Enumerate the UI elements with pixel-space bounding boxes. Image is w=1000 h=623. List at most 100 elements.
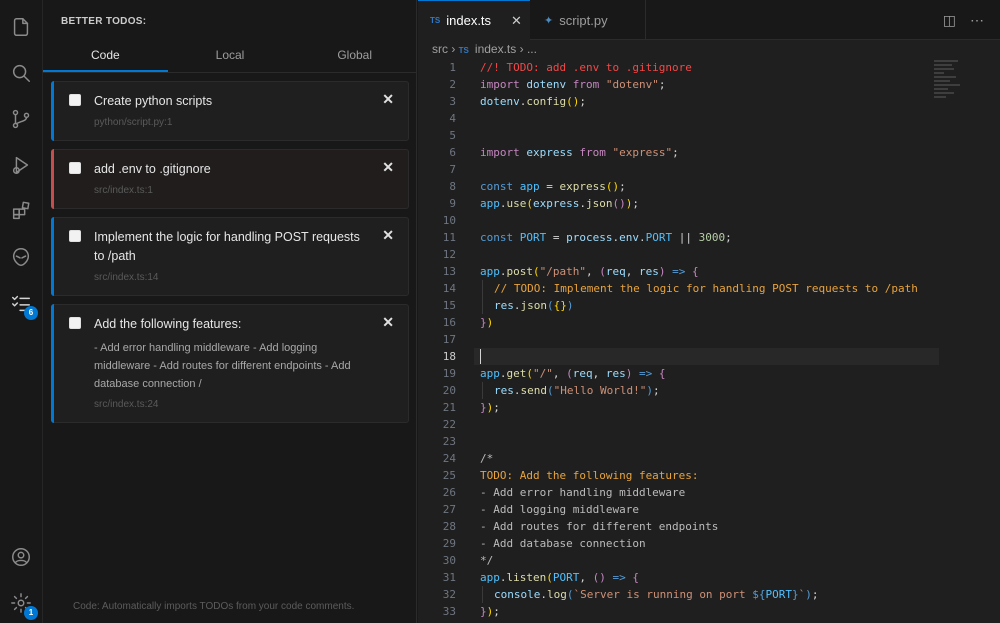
editor-line[interactable]: 11 const PORT = process.env.PORT || 3000; [418, 229, 1000, 246]
editor-line[interactable]: 1 //! TODO: add .env to .gitignore [418, 59, 1000, 76]
editor-line[interactable]: 2 import dotenv from "dotenv"; [418, 76, 1000, 93]
breadcrumb-file[interactable]: index.ts [475, 42, 516, 56]
line-number: 27 [442, 503, 456, 516]
line-number: 24 [442, 452, 456, 465]
run-debug-icon[interactable] [8, 152, 34, 178]
todo-checkbox[interactable] [69, 230, 81, 242]
code-line: const app = express(); [480, 180, 626, 193]
editor-line[interactable]: 5 [418, 127, 1000, 144]
todo-card[interactable]: add .env to .gitignore src/index.ts:1 ✕ [51, 149, 409, 209]
editor-line[interactable]: 15 res.json({}) [418, 297, 1000, 314]
extensions-icon[interactable] [8, 198, 34, 224]
editor-line[interactable]: 22 [418, 416, 1000, 433]
editor-line[interactable]: 8 const app = express(); [418, 178, 1000, 195]
close-icon[interactable]: ✕ [382, 91, 394, 108]
editor-line[interactable]: 30 */ [418, 552, 1000, 569]
todo-location[interactable]: src/index.ts:1 [94, 185, 153, 196]
account-icon[interactable] [8, 544, 34, 570]
line-number: 21 [442, 401, 456, 414]
tab-script-py[interactable]: ✦ script.py [530, 0, 646, 40]
search-icon[interactable] [8, 60, 34, 86]
editor-line[interactable]: 33}); [418, 603, 1000, 620]
tab-label: index.ts [446, 13, 492, 28]
line-number: 1 [449, 61, 456, 74]
files-icon[interactable] [8, 14, 34, 40]
source-control-icon[interactable] [8, 106, 34, 132]
code-line: app.get("/", (req, res) => { [480, 367, 666, 380]
editor-line[interactable]: 31 app.listen(PORT, () => { [418, 569, 1000, 586]
tab-local[interactable]: Local [168, 40, 293, 72]
editor-line[interactable]: 28 - Add routes for different endpoints [418, 518, 1000, 535]
line-number: 2 [449, 78, 456, 91]
todo-title: Create python scripts [94, 94, 213, 108]
sidebar-footer-hint: Code: Automatically imports TODOs from y… [73, 601, 355, 612]
editor-line[interactable]: 17 [418, 331, 1000, 348]
settings-gear-icon[interactable]: 1 [8, 590, 38, 620]
editor-line[interactable]: 20 res.send("Hello World!"); [418, 382, 1000, 399]
close-icon[interactable]: ✕ [382, 159, 394, 176]
tab-index-ts[interactable]: TS index.ts ✕ [418, 0, 530, 40]
todo-location[interactable]: src/index.ts:14 [94, 272, 158, 283]
editor-line[interactable]: 21}); [418, 399, 1000, 416]
tab-global[interactable]: Global [292, 40, 417, 72]
code-line: }) [480, 316, 494, 329]
line-number: 5 [449, 129, 456, 142]
editor-line[interactable]: 9 app.use(express.json()); [418, 195, 1000, 212]
editor-line[interactable]: 29 - Add database connection [418, 535, 1000, 552]
editor-line[interactable]: 7 [418, 161, 1000, 178]
editor-line[interactable]: 6 import express from "express"; [418, 144, 1000, 161]
breadcrumb: src › TS index.ts › ... [432, 42, 537, 56]
editor-line[interactable]: 25 TODO: Add the following features: [418, 467, 1000, 484]
editor-line[interactable]: 10 [418, 212, 1000, 229]
line-number: 20 [442, 384, 456, 397]
more-actions-icon[interactable]: ⋯ [970, 12, 984, 29]
editor-line[interactable]: 4 [418, 110, 1000, 127]
split-editor-icon[interactable]: ◫ [943, 12, 956, 29]
close-icon[interactable]: ✕ [382, 227, 394, 244]
line-number: 23 [442, 435, 456, 448]
activity-bar: 6 1 [0, 0, 43, 623]
editor-line[interactable]: 26 - Add error handling middleware [418, 484, 1000, 501]
alien-icon[interactable] [8, 244, 34, 270]
code-line: // TODO: Implement the logic for handlin… [494, 282, 918, 295]
line-number: 18 [442, 350, 456, 363]
todo-list-icon[interactable]: 6 [8, 290, 38, 320]
todo-checkbox[interactable] [69, 94, 81, 106]
breadcrumb-folder[interactable]: src [432, 42, 448, 56]
todo-location[interactable]: src/index.ts:24 [94, 399, 158, 410]
editor-line[interactable]: 13 app.post("/path", (req, res) => { [418, 263, 1000, 280]
todo-count-badge: 6 [24, 306, 38, 320]
todo-checkbox[interactable] [69, 162, 81, 174]
editor-line[interactable]: 3 dotenv.config(); [418, 93, 1000, 110]
code-line: //! TODO: add .env to .gitignore [480, 61, 692, 74]
todo-checkbox[interactable] [69, 317, 81, 329]
code-line: const PORT = process.env.PORT || 3000; [480, 231, 732, 244]
close-icon[interactable]: ✕ [382, 314, 394, 331]
code-line: - Add database connection [480, 537, 646, 550]
editor-line[interactable]: 12 [418, 246, 1000, 263]
editor-line[interactable]: 18 [418, 348, 1000, 365]
editor-line[interactable]: 32 console.log(`Server is running on port… [418, 586, 1000, 603]
code-line: }); [480, 605, 500, 618]
breadcrumb-more[interactable]: ... [527, 42, 537, 56]
line-number: 29 [442, 537, 456, 550]
todo-card[interactable]: Implement the logic for handling POST re… [51, 217, 409, 296]
close-icon[interactable]: ✕ [511, 13, 522, 29]
code-line: import express from "express"; [480, 146, 679, 159]
editor-line[interactable]: 24 /* [418, 450, 1000, 467]
better-todos-sidebar: BETTER TODOS: Code Local Global Create p… [43, 0, 417, 623]
editor-line[interactable]: 14 // TODO: Implement the logic for handl… [418, 280, 1000, 297]
code-line: dotenv.config(); [480, 95, 586, 108]
editor-line[interactable]: 23 [418, 433, 1000, 450]
todo-card[interactable]: Create python scripts python/script.py:1… [51, 81, 409, 141]
editor-line[interactable]: 19 app.get("/", (req, res) => { [418, 365, 1000, 382]
line-number: 32 [442, 588, 456, 601]
todo-card[interactable]: Add the following features: - Add error … [51, 304, 409, 423]
editor-line[interactable]: 16}) [418, 314, 1000, 331]
editor-line[interactable]: 27 - Add logging middleware [418, 501, 1000, 518]
tab-code[interactable]: Code [43, 40, 168, 72]
code-line: import dotenv from "dotenv"; [480, 78, 666, 91]
line-number: 6 [449, 146, 456, 159]
todo-location[interactable]: python/script.py:1 [94, 117, 172, 128]
todo-title: Implement the logic for handling POST re… [94, 230, 360, 263]
